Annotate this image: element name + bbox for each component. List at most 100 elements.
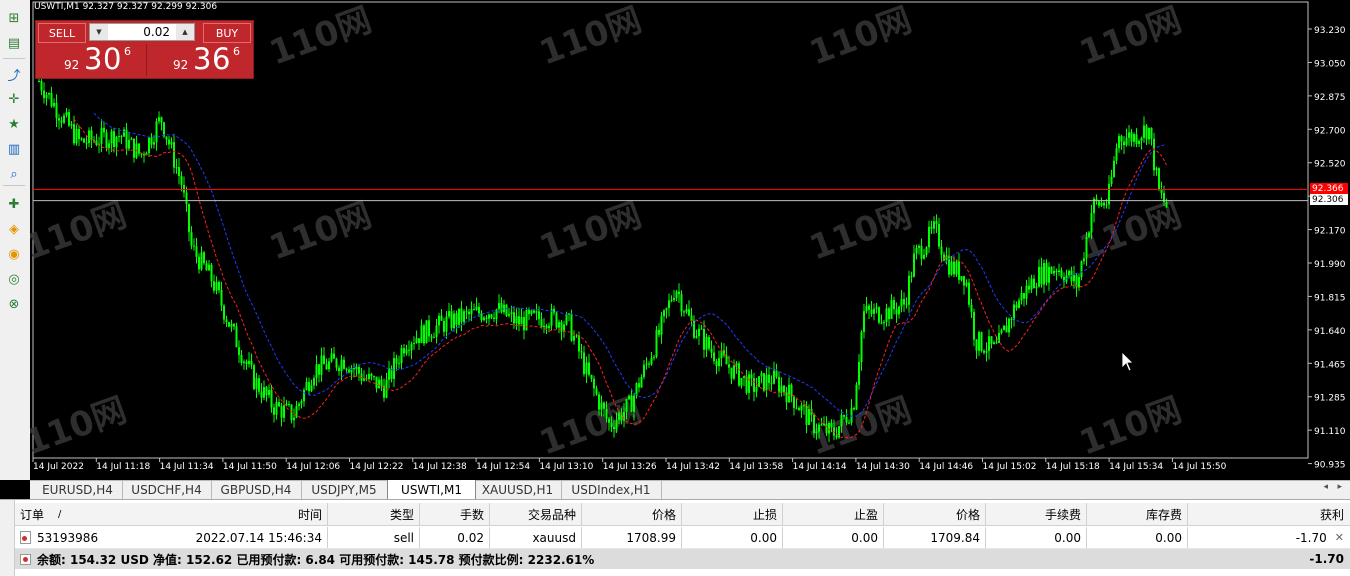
candle-body: [740, 377, 743, 386]
col-sl-header[interactable]: 止损: [682, 503, 783, 525]
candle-body: [483, 317, 485, 321]
col-profit-header[interactable]: 获利: [1188, 503, 1349, 525]
new-order-icon[interactable]: ✚: [4, 194, 24, 214]
candle-body: [815, 431, 818, 434]
market-icon[interactable]: ⊗: [4, 294, 24, 314]
signals-icon[interactable]: ◎: [4, 269, 24, 289]
candle-body: [953, 261, 955, 275]
candle-body: [930, 226, 933, 229]
col-lots-header[interactable]: 手数: [420, 503, 490, 525]
tab-usdjpy-m5[interactable]: USDJPY,M5: [301, 481, 388, 499]
account-summary-text: 余额: 154.32 USD 净值: 152.62 已用预付款: 6.84 可用…: [37, 552, 595, 567]
tab-xauusd-h1[interactable]: XAUUSD,H1: [474, 481, 562, 499]
candle-body: [513, 312, 515, 324]
buy-button[interactable]: BUY: [203, 23, 251, 43]
candle-body: [540, 319, 543, 328]
candle-body: [1135, 134, 1138, 144]
candle-body: [368, 373, 370, 380]
candle-body: [1148, 127, 1150, 140]
candle-body: [303, 389, 305, 402]
candle-body: [325, 364, 328, 370]
history-icon[interactable]: ◈: [4, 219, 24, 239]
candle-body: [1155, 168, 1158, 171]
candle-body: [370, 373, 373, 377]
price-chart[interactable]: 110网 110网 110网 110网 110网 110网 110网 110网 110网 110网…: [30, 0, 1350, 480]
tab-usdindex-h1[interactable]: USDIndex,H1: [561, 481, 662, 499]
favorites-icon[interactable]: ★: [4, 114, 24, 134]
candle-body: [528, 310, 530, 314]
sell-button[interactable]: SELL: [38, 23, 86, 43]
candle-body: [843, 415, 845, 417]
candle-body: [848, 422, 850, 424]
lot-size-input[interactable]: 0.02: [143, 25, 170, 39]
tab-gbpusd-h4[interactable]: GBPUSD,H4: [211, 481, 302, 499]
chevron-down-icon[interactable]: ▼: [90, 24, 108, 40]
sell-price[interactable]: 92 30 6: [38, 42, 144, 76]
candle-body: [605, 408, 608, 419]
indicators-icon[interactable]: ⤴: [4, 64, 24, 84]
candle-body: [565, 313, 568, 325]
zoom-icon[interactable]: ⌕: [4, 164, 24, 184]
tab-uswti-m1[interactable]: USWTI,M1: [387, 480, 476, 500]
candle-body: [745, 376, 748, 393]
candle-body: [323, 355, 325, 365]
commission-cell: 0.00: [986, 527, 1087, 548]
col-order-header[interactable]: 订单 /: [15, 503, 145, 525]
tab-usdchf-h4[interactable]: USDCHF,H4: [122, 481, 212, 499]
col-time-header[interactable]: 时间: [145, 503, 328, 525]
candle-body: [785, 392, 788, 403]
candle-body: [515, 316, 518, 324]
candle-body: [85, 142, 88, 144]
candle-body: [535, 311, 538, 313]
time-axis-label: 14 Jul 11:18: [96, 462, 150, 472]
candle-body: [485, 317, 488, 319]
candle-body: [718, 358, 720, 367]
tab-scroll-left-icon[interactable]: ◂: [1323, 482, 1328, 492]
terminal-panel: 订单 / 时间 类型 手数 交易品种 价格 止损 止盈 价格 手续费 库存费 获…: [0, 499, 1350, 576]
candle-body: [268, 390, 270, 396]
profiles-icon[interactable]: ▤: [4, 33, 24, 53]
candle-body: [613, 427, 615, 430]
candle-body: [865, 305, 868, 312]
candle-body: [873, 308, 875, 314]
account-icon[interactable]: ◉: [4, 244, 24, 264]
col-open-price-header[interactable]: 价格: [582, 503, 682, 525]
candle-body: [1128, 132, 1130, 138]
candle-body: [878, 307, 880, 323]
tp-cell[interactable]: 0.00: [783, 527, 884, 548]
col-commission-header[interactable]: 手续费: [986, 503, 1087, 525]
candle-body: [800, 405, 803, 411]
navigator-icon[interactable]: ▥: [4, 139, 24, 159]
tab-eurusd-h4[interactable]: EURUSD,H4: [33, 481, 123, 499]
chevron-up-icon[interactable]: ▲: [176, 24, 194, 40]
candle-body: [695, 335, 698, 338]
candle-body: [700, 328, 703, 330]
candle-body: [870, 309, 873, 314]
crosshair-icon[interactable]: ✛: [4, 89, 24, 109]
buy-price[interactable]: 92 36 6: [146, 42, 253, 76]
col-swap-header[interactable]: 库存费: [1087, 503, 1188, 525]
close-icon[interactable]: ✕: [1335, 531, 1344, 544]
candle-body: [153, 142, 155, 145]
new-chart-icon[interactable]: ⊞: [4, 8, 24, 28]
candle-body: [460, 308, 463, 322]
lot-size-stepper[interactable]: ▼ 0.02 ▲: [89, 23, 195, 41]
candle-body: [1105, 204, 1108, 206]
time-axis-label: 14 Jul 15:50: [1172, 462, 1226, 472]
sl-cell[interactable]: 0.00: [682, 527, 783, 548]
col-type-header[interactable]: 类型: [328, 503, 420, 525]
candle-body: [933, 221, 935, 229]
candle-body: [555, 312, 558, 328]
col-symbol-header[interactable]: 交易品种: [490, 503, 582, 525]
col-price-header[interactable]: 价格: [884, 503, 986, 525]
candle-body: [1088, 232, 1090, 238]
candle-body: [998, 332, 1000, 344]
candle-body: [590, 374, 593, 379]
col-tp-header[interactable]: 止盈: [783, 503, 884, 525]
candle-body: [1058, 270, 1060, 273]
candle-body: [633, 395, 635, 412]
candle-body: [1080, 261, 1083, 278]
table-row[interactable]: 53193986 2022.07.14 15:46:34 sell 0.02 x…: [15, 527, 1350, 549]
toolbar-separator: [3, 185, 25, 186]
tab-scroll-right-icon[interactable]: ▸: [1337, 482, 1342, 492]
